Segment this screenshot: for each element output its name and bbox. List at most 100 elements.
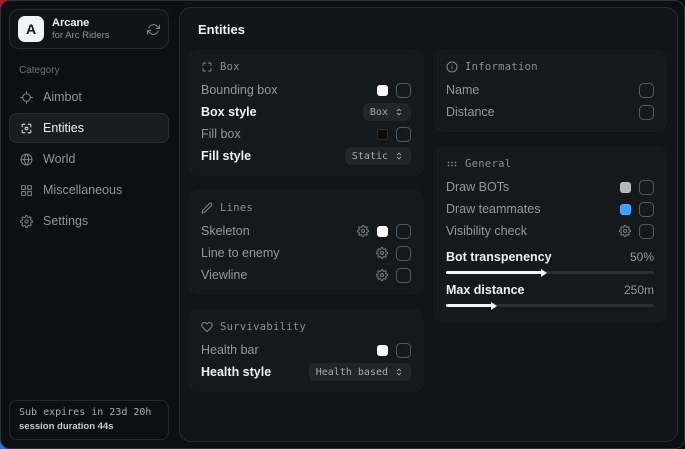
- dropdown-fill-style[interactable]: Static: [345, 147, 411, 165]
- card-title: Lines: [220, 202, 253, 214]
- setting-row-fill-style: Fill style Static: [201, 145, 411, 167]
- card-survivability: Survivability Health bar Health style: [188, 309, 424, 392]
- color-swatch-draw-bots[interactable]: [620, 182, 631, 193]
- slider-bot-transparency[interactable]: [446, 271, 654, 274]
- dropdown-health-style[interactable]: Health based: [309, 363, 411, 381]
- subscription-card: Sub expires in 23d 20h session duration …: [9, 400, 169, 440]
- color-swatch-fill-box[interactable]: [377, 129, 388, 140]
- gear-icon[interactable]: [619, 225, 631, 237]
- setting-max-distance: Max distance 250m: [446, 280, 654, 307]
- card-lines: Lines Skeleton: [188, 190, 424, 295]
- sidebar-item-label: Aimbot: [43, 90, 82, 104]
- gear-icon[interactable]: [376, 269, 388, 281]
- setting-row-name: Name: [446, 79, 654, 101]
- checkbox-bounding-box[interactable]: [396, 83, 411, 98]
- setting-label: Health bar: [201, 343, 377, 357]
- refresh-icon[interactable]: [147, 23, 160, 36]
- checkbox-fill-box[interactable]: [396, 127, 411, 142]
- gear-icon[interactable]: [357, 225, 369, 237]
- pencil-icon: [201, 202, 213, 214]
- slider-value: 50%: [630, 250, 654, 264]
- checkbox-health-bar[interactable]: [396, 343, 411, 358]
- color-swatch-bounding-box[interactable]: [377, 85, 388, 96]
- brand-title: Arcane: [52, 17, 139, 29]
- color-swatch-skeleton[interactable]: [377, 226, 388, 237]
- brackets-icon: [201, 61, 213, 73]
- checkbox-skeleton[interactable]: [396, 224, 411, 239]
- setting-bot-transparency: Bot transpenency 50%: [446, 247, 654, 274]
- card-title: Box: [220, 61, 240, 73]
- setting-row-visibility-check: Visibility check: [446, 220, 654, 242]
- setting-row-line-to-enemy: Line to enemy: [201, 242, 411, 264]
- setting-row-bounding-box: Bounding box: [201, 79, 411, 101]
- setting-row-viewline: Viewline: [201, 264, 411, 286]
- box-scan-icon: [20, 122, 33, 135]
- info-icon: [446, 61, 458, 73]
- crosshair-icon: [20, 91, 33, 104]
- gear-icon[interactable]: [376, 247, 388, 259]
- checkbox-line-to-enemy[interactable]: [396, 246, 411, 261]
- dropdown-box-style[interactable]: Box: [363, 103, 411, 121]
- setting-label: Skeleton: [201, 224, 357, 238]
- sidebar-item-settings[interactable]: Settings: [9, 206, 169, 236]
- dropdown-value: Box: [370, 107, 388, 118]
- unfold-icon: [394, 367, 404, 377]
- card-general: General Draw BOTs Draw teammates: [433, 146, 667, 322]
- setting-label: Visibility check: [446, 224, 619, 238]
- setting-label: Distance: [446, 105, 639, 119]
- color-swatch-draw-teammates[interactable]: [620, 204, 631, 215]
- brand-text: Arcane for Arc Riders: [52, 17, 139, 41]
- unfold-icon: [394, 151, 404, 161]
- setting-row-distance: Distance: [446, 101, 654, 123]
- desktop-background: A Arcane for Arc Riders Category Aimbot: [0, 0, 685, 449]
- checkbox-distance[interactable]: [639, 105, 654, 120]
- sidebar-item-label: World: [43, 152, 75, 166]
- dropdown-value: Health based: [316, 367, 388, 378]
- main-panel: Entities Box Bounding box: [179, 7, 678, 442]
- sidebar-nav: Aimbot Entities World: [9, 82, 169, 236]
- sidebar-item-aimbot[interactable]: Aimbot: [9, 82, 169, 112]
- sidebar-item-world[interactable]: World: [9, 144, 169, 174]
- setting-label: Viewline: [201, 268, 376, 282]
- sub-expires-text: Sub expires in 23d 20h: [19, 407, 159, 418]
- right-column: Information Name Distance: [433, 49, 667, 322]
- card-title: General: [465, 158, 511, 170]
- checkbox-visibility-check[interactable]: [639, 224, 654, 239]
- brand-card: A Arcane for Arc Riders: [9, 9, 169, 49]
- heart-icon: [201, 321, 213, 333]
- setting-label: Max distance: [446, 283, 624, 297]
- setting-label: Bounding box: [201, 83, 377, 97]
- sidebar-item-entities[interactable]: Entities: [9, 113, 169, 143]
- setting-label: Draw teammates: [446, 202, 620, 216]
- sidebar: A Arcane for Arc Riders Category Aimbot: [1, 1, 177, 448]
- sidebar-item-miscellaneous[interactable]: Miscellaneous: [9, 175, 169, 205]
- card-columns: Box Bounding box Box style: [188, 49, 667, 392]
- category-label: Category: [19, 65, 159, 76]
- brand-avatar: A: [18, 16, 44, 42]
- slider-value: 250m: [624, 283, 654, 297]
- grid-icon: [20, 184, 33, 197]
- setting-label: Line to enemy: [201, 246, 376, 260]
- card-box: Box Bounding box Box style: [188, 49, 424, 176]
- color-swatch-health-bar[interactable]: [377, 345, 388, 356]
- gear-icon: [20, 215, 33, 228]
- setting-label: Bot transpenency: [446, 250, 630, 264]
- session-duration-text: session duration 44s: [19, 421, 159, 432]
- checkbox-viewline[interactable]: [396, 268, 411, 283]
- slider-max-distance[interactable]: [446, 304, 654, 307]
- checkbox-draw-bots[interactable]: [639, 180, 654, 195]
- setting-row-health-style: Health style Health based: [201, 361, 411, 383]
- setting-label: Fill style: [201, 149, 345, 163]
- card-information-header: Information: [446, 58, 654, 76]
- checkbox-name[interactable]: [639, 83, 654, 98]
- globe-icon: [20, 153, 33, 166]
- page-title: Entities: [198, 22, 667, 37]
- brand-subtitle: for Arc Riders: [52, 30, 139, 41]
- sidebar-item-label: Settings: [43, 214, 88, 228]
- setting-label: Box style: [201, 105, 363, 119]
- setting-row-skeleton: Skeleton: [201, 220, 411, 242]
- checkbox-draw-teammates[interactable]: [639, 202, 654, 217]
- setting-row-box-style: Box style Box: [201, 101, 411, 123]
- card-box-header: Box: [201, 58, 411, 76]
- card-lines-header: Lines: [201, 199, 411, 217]
